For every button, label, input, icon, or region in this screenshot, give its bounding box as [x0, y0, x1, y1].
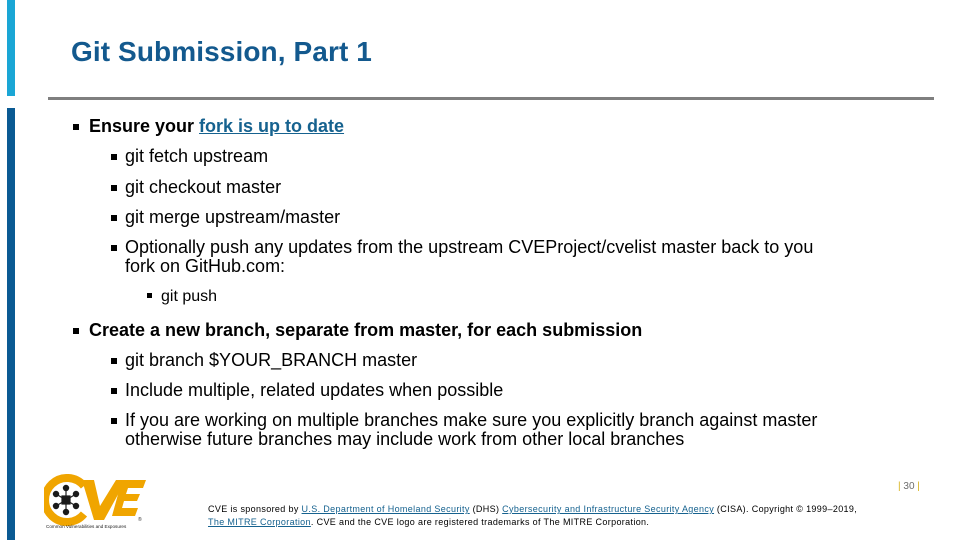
list-item: git branch $YOUR_BRANCH master [111, 350, 418, 370]
list-item: If you are working on multiple branches … [111, 410, 818, 449]
page-number: | 30 | [898, 481, 920, 492]
title-divider [48, 97, 934, 100]
cisa-link[interactable]: Cybersecurity and Infrastructure Securit… [502, 504, 714, 514]
cve-logo-icon: ® Common Vulnerabilities and Exposures [41, 474, 146, 529]
dhs-link[interactable]: U.S. Department of Homeland Security [302, 504, 470, 514]
list-item: Optionally push any updates from the ups… [111, 237, 814, 276]
bullet-text: Optionally push any updates from the ups… [125, 237, 814, 257]
square-bullet-icon [111, 418, 117, 424]
square-bullet-icon [111, 154, 117, 160]
bullet-text: git push [161, 288, 218, 305]
list-item: git merge upstream/master [111, 207, 341, 227]
square-bullet-icon [73, 124, 79, 130]
cve-logo: ® Common Vulnerabilities and Exposures [41, 474, 152, 530]
bullet-text: If you are working on multiple branches … [125, 410, 818, 430]
bullet-text-continued: otherwise future branches may include wo… [125, 429, 685, 449]
bullet-create-branch: Create a new branch, separate from maste… [73, 320, 643, 340]
fork-up-to-date-link[interactable]: fork is up to date [199, 116, 344, 136]
footer-copyright-text: (CISA). Copyright © 1999–2019, [714, 504, 858, 514]
list-item: git checkout master [111, 177, 282, 197]
bullet-text-continued: fork on GitHub.com: [125, 256, 286, 276]
footer-sponsor-text: CVE is sponsored by [208, 504, 302, 514]
cve-tagline: Common Vulnerabilities and Exposures [46, 524, 127, 529]
square-bullet-icon [111, 185, 117, 191]
list-item: Include multiple, related updates when p… [111, 380, 504, 400]
bullet-text: Include multiple, related updates when p… [125, 380, 504, 400]
square-bullet-icon [111, 388, 117, 394]
bullet-text: Create a new branch, separate from maste… [89, 320, 643, 340]
accent-bar-top [7, 0, 15, 96]
page-pipe-right: | [917, 481, 920, 492]
footer-trademark-text: . CVE and the CVE logo are registered tr… [310, 517, 650, 527]
page-pipe-left: | [898, 481, 901, 492]
mitre-link[interactable]: The MITRE Corporation [208, 517, 311, 527]
square-bullet-icon [147, 293, 152, 298]
footer-copyright: CVE is sponsored by U.S. Department of H… [208, 503, 857, 529]
list-item: git fetch upstream [111, 146, 269, 166]
accent-bar-bottom [7, 108, 15, 540]
bullet-text: git fetch upstream [125, 146, 269, 166]
square-bullet-icon [73, 328, 79, 334]
square-bullet-icon [111, 245, 117, 251]
bullet-text: git branch $YOUR_BRANCH master [125, 350, 418, 370]
square-bullet-icon [111, 358, 117, 364]
bullet-text: git merge upstream/master [125, 207, 341, 227]
square-bullet-icon [111, 215, 117, 221]
page-number-value: 30 [903, 481, 915, 492]
bullet-ensure-fork: Ensure your fork is up to date [73, 116, 344, 136]
bullet-text: git checkout master [125, 177, 282, 197]
footer-dhs-abbr: (DHS) [469, 504, 503, 514]
bullet-text: Ensure your [89, 116, 200, 136]
list-item: git push [147, 287, 218, 306]
registered-mark: ® [138, 516, 142, 523]
slide-title: Git Submission, Part 1 [71, 36, 372, 67]
